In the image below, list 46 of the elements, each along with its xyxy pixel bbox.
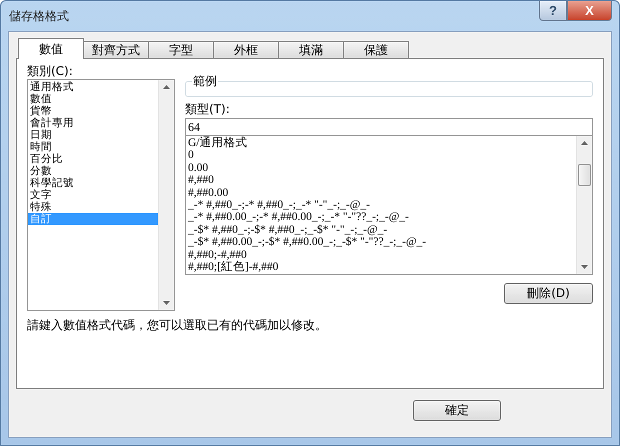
delete-button[interactable]: 刪除(D) bbox=[504, 283, 593, 304]
window-title: 儲存格格式 bbox=[8, 8, 69, 24]
scroll-thumb[interactable] bbox=[578, 164, 591, 186]
category-item[interactable]: 時間 bbox=[28, 141, 158, 153]
scroll-up-arrow-icon[interactable] bbox=[581, 141, 588, 145]
type-label: 類型(T): bbox=[185, 101, 231, 117]
category-item[interactable]: 文字 bbox=[28, 189, 158, 201]
category-item[interactable]: 百分比 bbox=[28, 153, 158, 165]
type-input-field[interactable]: 64 bbox=[185, 118, 593, 136]
scroll-down-arrow-icon[interactable] bbox=[581, 265, 588, 269]
category-item[interactable]: 通用格式 bbox=[28, 81, 158, 93]
format-item[interactable]: #,##0 bbox=[186, 174, 576, 187]
category-item[interactable]: 會計專用 bbox=[28, 117, 158, 129]
scrollbar[interactable] bbox=[576, 136, 592, 274]
format-item[interactable]: G/通用格式 bbox=[186, 137, 576, 150]
scroll-down-arrow-icon[interactable] bbox=[163, 301, 170, 305]
scrollbar[interactable] bbox=[158, 80, 174, 310]
category-item[interactable]: 數值 bbox=[28, 93, 158, 105]
category-item[interactable]: 日期 bbox=[28, 129, 158, 141]
format-item[interactable]: _-* #,##0.00_-;-* #,##0.00_-;_-* "-"??_-;_-@_- bbox=[186, 211, 576, 224]
format-item[interactable]: _-* #,##0_-;-* #,##0_-;_-* "-"_-;_-@_- bbox=[186, 199, 576, 212]
hint-text: 請鍵入數值格式代碼，您可以選取已有的代碼加以修改。 bbox=[27, 317, 328, 334]
format-item[interactable]: 0.00 bbox=[186, 162, 576, 174]
tab[interactable]: 數值 bbox=[18, 38, 84, 59]
format-list[interactable] bbox=[185, 136, 593, 275]
category-item[interactable]: 特殊 bbox=[28, 201, 158, 213]
help-button[interactable]: ? bbox=[539, 1, 567, 21]
tab[interactable]: 外框 bbox=[213, 41, 279, 59]
format-item[interactable]: #,##0;-#,##0 bbox=[186, 248, 576, 262]
category-list[interactable]: 通用格式 數值 貨幣 會計專用 日期 時間 百分比 分數 科學記號 文字 特殊 自訂 bbox=[27, 79, 175, 311]
format-item[interactable]: _-$* #,##0.00_-;-$* #,##0.00_-;_-$* "-"??_-;_-@_- bbox=[186, 236, 576, 249]
sample-label: 範例 bbox=[192, 73, 218, 90]
tab[interactable]: 字型 bbox=[148, 41, 214, 59]
tab[interactable]: 填滿 bbox=[278, 41, 344, 59]
tab[interactable]: 對齊方式 bbox=[83, 41, 149, 59]
category-item[interactable]: 分數 bbox=[28, 165, 158, 177]
scroll-up-arrow-icon[interactable] bbox=[163, 85, 170, 89]
category-label: 類別(C): bbox=[27, 63, 74, 79]
format-item[interactable]: #,##0.00 bbox=[186, 186, 576, 200]
category-item[interactable]: 貨幣 bbox=[28, 105, 158, 117]
tab[interactable]: 保護 bbox=[343, 41, 409, 59]
ok-button[interactable]: 確定 bbox=[413, 400, 501, 420]
category-item[interactable]: 科學記號 bbox=[28, 177, 158, 189]
format-item[interactable]: _-$* #,##0_-;-$* #,##0_-;_-$* "-"_-;_-@_- bbox=[186, 224, 576, 236]
format-item[interactable]: 0 bbox=[186, 149, 576, 162]
format-item[interactable]: #,##0;[紅色]-#,##0 bbox=[186, 261, 576, 274]
